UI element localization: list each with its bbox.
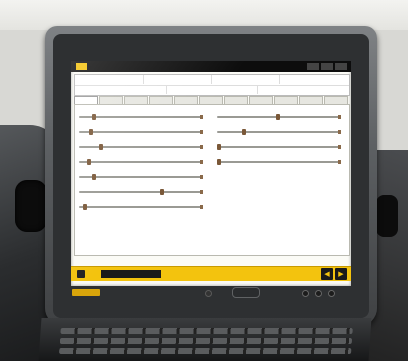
slider-end-marker <box>338 130 341 134</box>
slider-end-marker <box>338 145 341 149</box>
slider-end-marker <box>200 160 203 164</box>
slider-end-marker <box>200 190 203 194</box>
parameter-slider[interactable] <box>217 159 341 165</box>
next-button[interactable]: ▶ <box>335 268 347 280</box>
parameter-row <box>77 184 205 199</box>
parameter-row <box>215 109 343 124</box>
app-logo-icon <box>76 63 87 70</box>
parameter-slider[interactable] <box>217 114 341 120</box>
parameter-row <box>215 154 343 169</box>
parameter-slider[interactable] <box>79 114 203 120</box>
tab[interactable] <box>149 96 173 104</box>
bezel-brand-plate <box>72 289 100 296</box>
keyboard-key-row <box>60 328 353 334</box>
slider-thumb[interactable] <box>83 204 88 210</box>
parameter-slider[interactable] <box>79 159 203 165</box>
slider-thumb[interactable] <box>159 189 164 195</box>
info-header-row <box>75 85 349 95</box>
parameter-slider[interactable] <box>79 174 203 180</box>
parameter-slider[interactable] <box>79 129 203 135</box>
info-cell <box>166 85 258 94</box>
info-cell <box>75 75 144 84</box>
slider-end-marker <box>200 145 203 149</box>
parameter-row <box>77 169 205 184</box>
tab-bar <box>74 96 348 104</box>
bezel-buttons <box>302 290 342 297</box>
power-led <box>205 290 212 297</box>
window-control-button[interactable] <box>321 63 333 70</box>
tab[interactable] <box>324 96 348 104</box>
previous-button[interactable]: ◀ <box>321 268 333 280</box>
parameter-row <box>77 124 205 139</box>
slider-thumb[interactable] <box>217 144 222 150</box>
app-title-bar <box>71 61 351 72</box>
slider-end-marker <box>200 130 203 134</box>
parameter-slider[interactable] <box>217 144 341 150</box>
info-header <box>74 74 350 96</box>
status-field <box>101 270 161 278</box>
info-cell <box>211 75 280 84</box>
window-controls <box>307 63 347 70</box>
slider-thumb[interactable] <box>241 129 246 135</box>
slider-thumb[interactable] <box>91 114 96 120</box>
keyboard-key-row <box>59 338 353 344</box>
slider-thumb[interactable] <box>91 174 96 180</box>
parameter-row <box>77 109 205 124</box>
slider-end-marker <box>338 160 341 164</box>
status-icon[interactable] <box>77 270 85 278</box>
slider-end-marker <box>200 205 203 209</box>
tab[interactable] <box>249 96 273 104</box>
window-control-button[interactable] <box>307 63 319 70</box>
bezel-button[interactable] <box>328 290 335 297</box>
parameter-slider[interactable] <box>79 189 203 195</box>
info-cell <box>279 75 349 84</box>
parameter-slider[interactable] <box>79 144 203 150</box>
monitor-screen: ◀ ▶ <box>71 61 351 286</box>
slider-thumb[interactable] <box>276 114 280 120</box>
parameter-column-right <box>215 109 343 169</box>
dashboard-right-vent <box>376 195 398 237</box>
slider-thumb[interactable] <box>98 144 103 150</box>
parameter-row <box>215 139 343 154</box>
keyboard-key-row <box>58 348 352 354</box>
dashboard-left-vent <box>15 180 47 232</box>
tab[interactable] <box>74 96 98 104</box>
status-bar: ◀ ▶ <box>71 266 351 281</box>
info-cell <box>75 85 167 94</box>
parameter-slider[interactable] <box>79 204 203 210</box>
slider-end-marker <box>338 115 341 119</box>
slider-thumb[interactable] <box>86 159 91 165</box>
info-cell <box>143 75 212 84</box>
keyboard <box>38 318 372 361</box>
tab[interactable] <box>274 96 298 104</box>
parameter-slider[interactable] <box>217 129 341 135</box>
tab[interactable] <box>224 96 248 104</box>
parameter-column-left <box>77 109 205 214</box>
power-button[interactable] <box>232 287 260 298</box>
tab[interactable] <box>124 96 148 104</box>
parameter-row <box>215 124 343 139</box>
parameter-row <box>77 154 205 169</box>
tab[interactable] <box>299 96 323 104</box>
window-control-button[interactable] <box>335 63 347 70</box>
bezel-button[interactable] <box>315 290 322 297</box>
parameter-row <box>77 199 205 214</box>
tab[interactable] <box>99 96 123 104</box>
info-cell <box>257 85 349 94</box>
parameter-row <box>77 139 205 154</box>
slider-thumb[interactable] <box>89 129 94 135</box>
parameter-panel <box>74 104 350 256</box>
slider-end-marker <box>200 175 203 179</box>
slider-thumb[interactable] <box>217 159 222 165</box>
tab[interactable] <box>199 96 223 104</box>
slider-end-marker <box>200 115 203 119</box>
tab[interactable] <box>174 96 198 104</box>
bezel-button[interactable] <box>302 290 309 297</box>
